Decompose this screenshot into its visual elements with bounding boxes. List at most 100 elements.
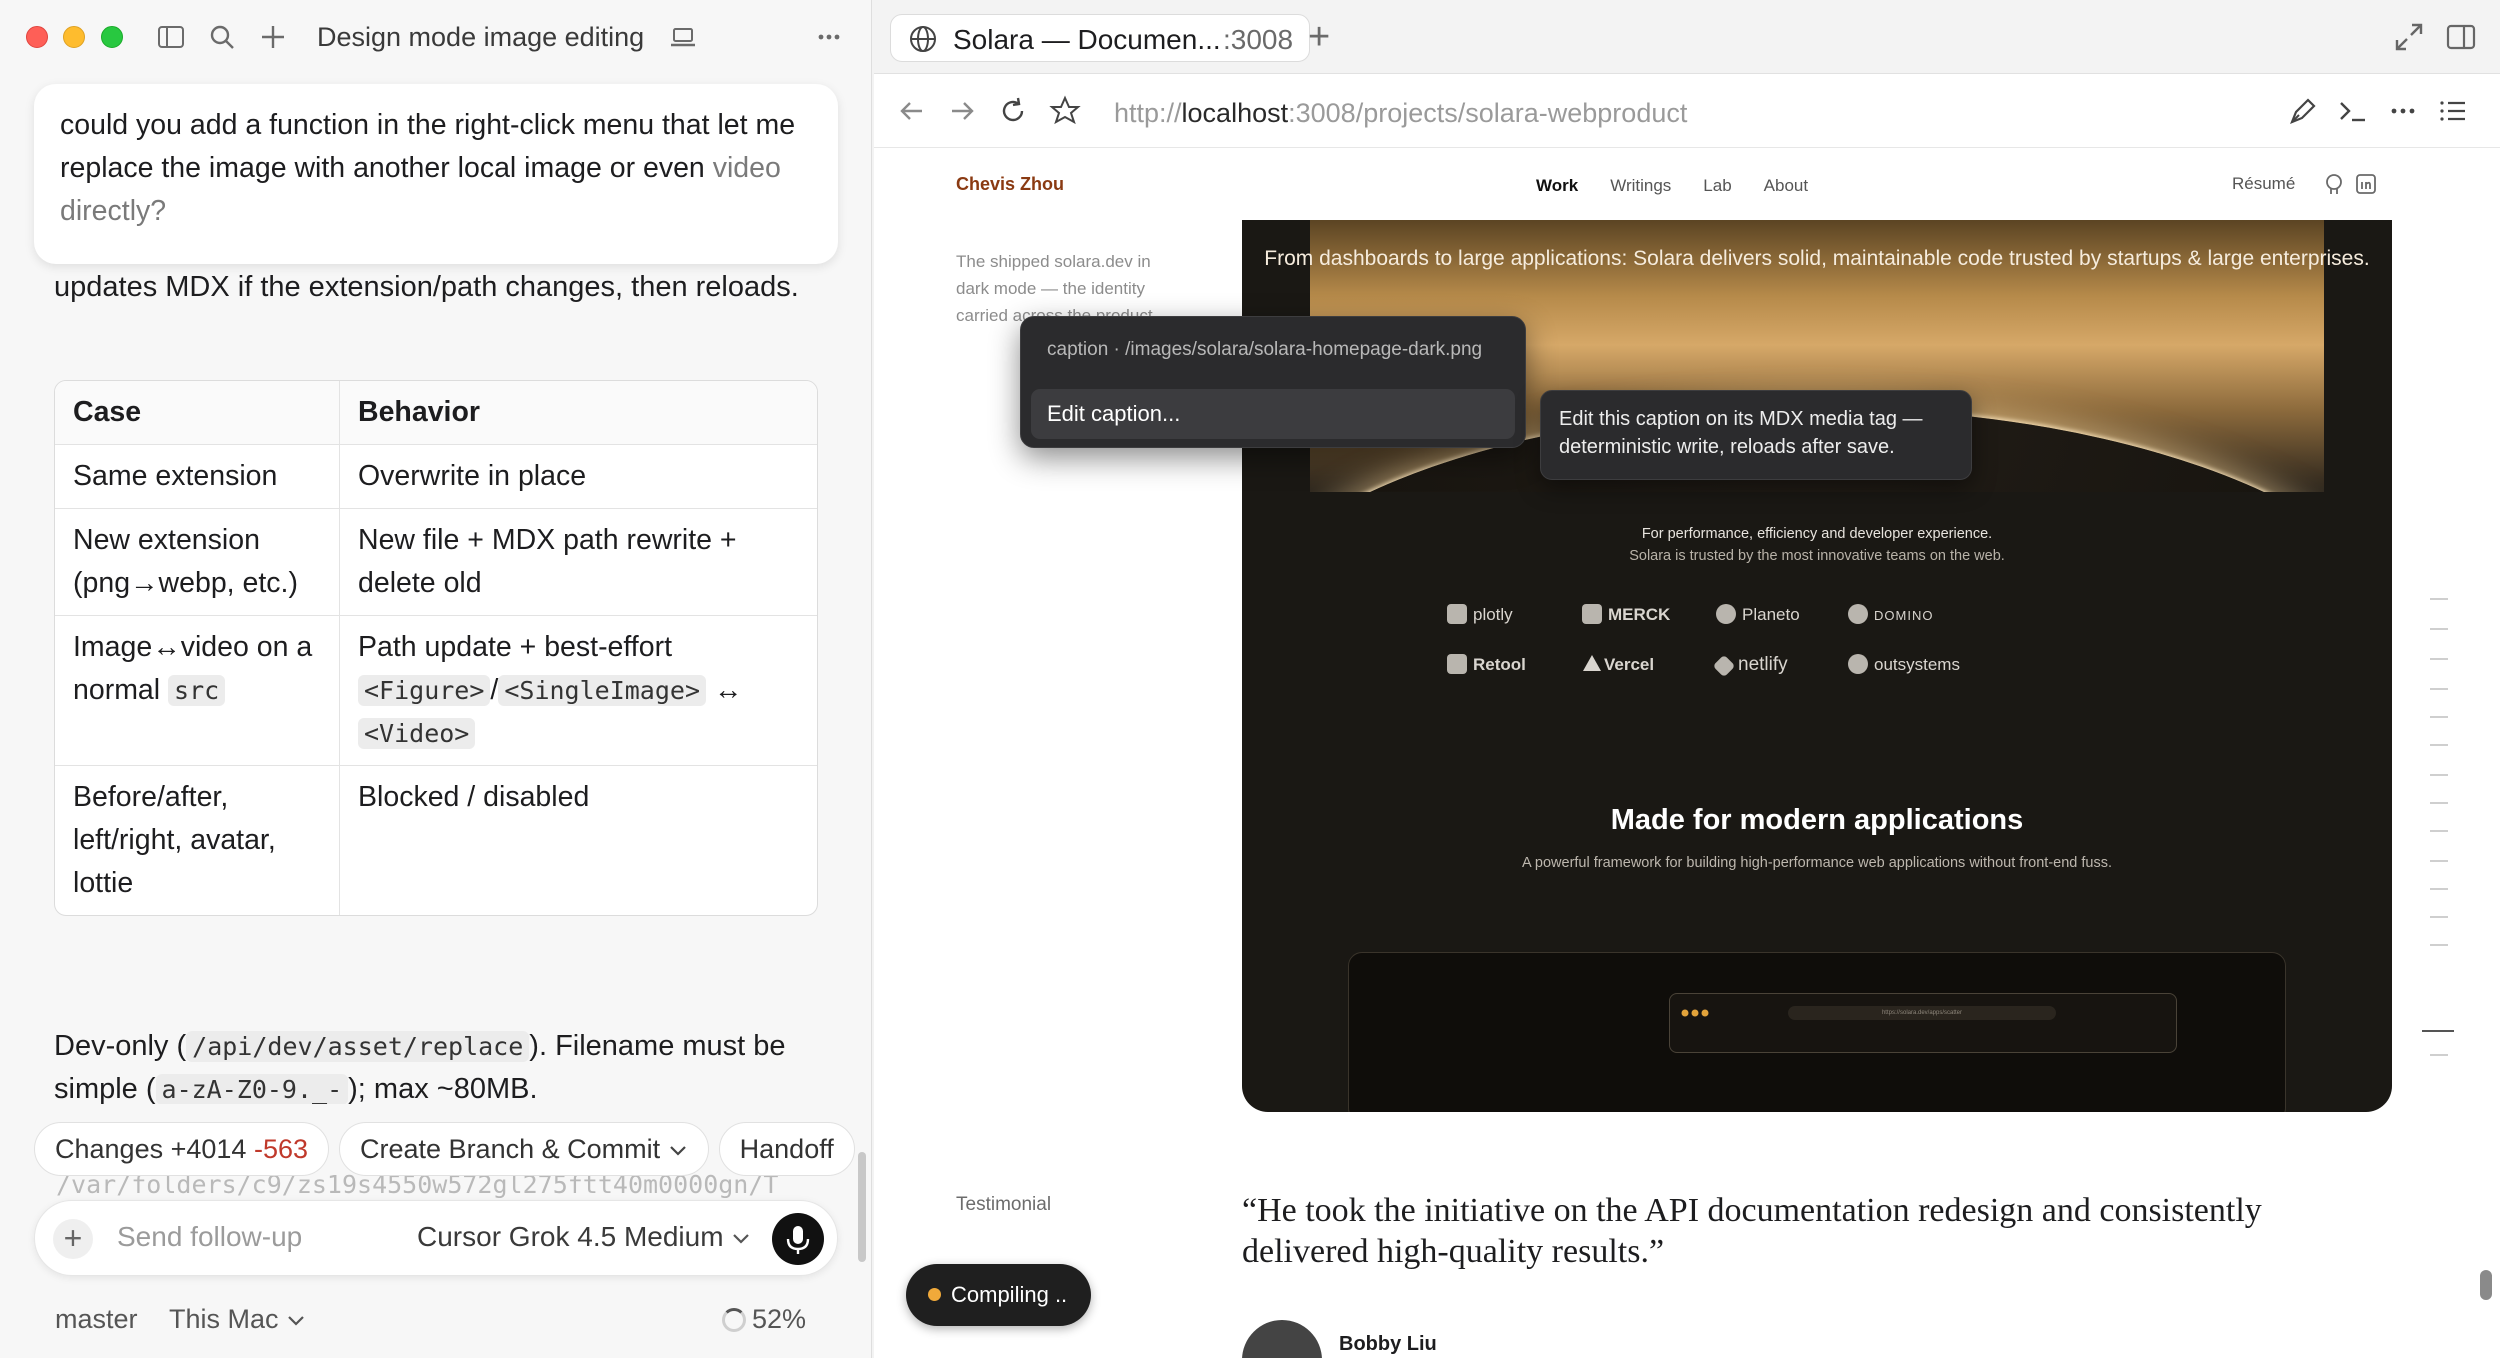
design-mode-icon[interactable] xyxy=(2286,94,2320,128)
compiling-indicator[interactable]: Compiling .. xyxy=(906,1264,1092,1326)
new-tab-button[interactable]: + xyxy=(1308,16,1330,59)
bookmark-star-icon[interactable] xyxy=(1048,94,1082,128)
back-arrow-icon[interactable] xyxy=(894,94,928,128)
outline-mark-active[interactable] xyxy=(2422,1030,2454,1032)
outline-mark[interactable] xyxy=(2430,888,2448,890)
new-chat-icon[interactable] xyxy=(258,22,288,52)
chevron-down-icon xyxy=(669,1146,686,1156)
zoom-window-button[interactable] xyxy=(101,26,123,48)
inline-code: <SingleImage> xyxy=(498,675,707,706)
testimonial-label: Testimonial xyxy=(956,1194,1052,1215)
inline-code: a-zA-Z0-9._- xyxy=(155,1074,349,1104)
address-field[interactable]: http://localhost:3008/projects/solara-we… xyxy=(1114,98,1687,129)
design-context-menu: caption · /images/solara/solara-homepage… xyxy=(1020,316,1526,448)
reload-icon[interactable] xyxy=(996,94,1030,128)
forward-arrow-icon[interactable] xyxy=(946,94,980,128)
split-view-icon[interactable] xyxy=(2444,20,2478,54)
case-behavior-table: Case Behavior Same extension Overwrite i… xyxy=(54,380,818,916)
model-label: Cursor Grok 4.5 Medium xyxy=(417,1221,724,1252)
outline-mark[interactable] xyxy=(2430,830,2448,832)
outsystems-logo-icon xyxy=(1848,654,1868,674)
logo-planeto: Planeto xyxy=(1716,604,1800,625)
mini-browser: https://solara.dev/apps/scatter xyxy=(1669,993,2177,1053)
outline-mark[interactable] xyxy=(2430,628,2448,630)
progress-value: 52% xyxy=(752,1304,807,1334)
logo-outsystems: outsystems xyxy=(1848,654,1960,675)
page-scrollbar[interactable] xyxy=(2480,1270,2492,1300)
outline-mark[interactable] xyxy=(2430,1054,2448,1056)
additions-count: +4014 xyxy=(170,1134,247,1164)
logo-text: Vercel xyxy=(1604,655,1655,674)
minimize-window-button[interactable] xyxy=(63,26,85,48)
deletions-count: -563 xyxy=(253,1134,309,1164)
logo-text: plotly xyxy=(1473,605,1513,624)
browser-tab[interactable]: Solara — Documen... :3008 xyxy=(890,14,1310,62)
chat-body: could you add a function in the right-cl… xyxy=(0,74,871,1104)
answer-intro: updates MDX if the extension/path change… xyxy=(54,271,799,303)
page-outline-marks[interactable] xyxy=(2422,598,2454,1058)
more-icon[interactable] xyxy=(814,22,844,52)
progress-ring-icon xyxy=(722,1308,746,1332)
voice-input-button[interactable] xyxy=(772,1213,824,1265)
outline-mark[interactable] xyxy=(2430,860,2448,862)
inline-code: <Video> xyxy=(358,718,476,749)
changes-chip[interactable]: Changes +4014 -563 xyxy=(34,1122,330,1176)
table-row: Image↔video on a normal src Path update … xyxy=(55,616,817,766)
more-icon[interactable] xyxy=(2386,94,2420,128)
outline-mark[interactable] xyxy=(2430,716,2448,718)
chat-title: Design mode image editing xyxy=(317,22,645,52)
create-branch-commit-button[interactable]: Create Branch & Commit xyxy=(339,1122,709,1176)
outline-mark[interactable] xyxy=(2430,944,2448,946)
follow-up-input[interactable] xyxy=(117,1221,417,1253)
nav-about[interactable]: About xyxy=(1764,176,1808,195)
branch-label[interactable]: master xyxy=(55,1304,138,1335)
table-cell: Overwrite in place xyxy=(340,445,817,509)
nav-writings[interactable]: Writings xyxy=(1610,176,1671,195)
edit-caption-menu-item[interactable]: Edit caption... xyxy=(1031,389,1515,439)
logo-vercel: Vercel xyxy=(1582,654,1654,675)
url-bar: http://localhost:3008/projects/solara-we… xyxy=(874,74,2500,148)
machine-selector[interactable]: This Mac xyxy=(169,1304,306,1335)
browser-pane: Solara — Documen... :3008 + http://local… xyxy=(874,0,2500,1358)
merck-logo-icon xyxy=(1582,604,1602,624)
outline-mark[interactable] xyxy=(2430,658,2448,660)
chevron-down-icon xyxy=(288,1316,304,1326)
github-icon[interactable] xyxy=(2322,172,2346,196)
site-name-link[interactable]: Chevis Zhou xyxy=(956,174,1064,195)
outline-mark[interactable] xyxy=(2430,744,2448,746)
compiling-label: Compiling xyxy=(951,1282,1049,1307)
outline-mark[interactable] xyxy=(2430,774,2448,776)
model-selector[interactable]: Cursor Grok 4.5 Medium xyxy=(417,1221,751,1253)
table-header-behavior: Behavior xyxy=(340,381,817,445)
outline-mark[interactable] xyxy=(2430,802,2448,804)
logo-merck: MERCK xyxy=(1582,604,1670,625)
app-preview-frame: https://solara.dev/apps/scatter xyxy=(1348,952,2286,1112)
laptop-icon[interactable] xyxy=(668,22,698,52)
logo-text: outsystems xyxy=(1874,655,1960,674)
nav-work[interactable]: Work xyxy=(1536,176,1578,195)
close-window-button[interactable] xyxy=(26,26,48,48)
retool-logo-icon xyxy=(1447,654,1467,674)
tab-bar: Solara — Documen... :3008 + xyxy=(874,0,2500,74)
nav-lab[interactable]: Lab xyxy=(1703,176,1731,195)
linkedin-icon[interactable] xyxy=(2354,172,2378,196)
sidebar-toggle-icon[interactable] xyxy=(156,22,186,52)
add-attachment-button[interactable]: + xyxy=(53,1219,93,1259)
user-message-text: could you add a function in the right-cl… xyxy=(60,109,796,184)
list-icon[interactable] xyxy=(2436,94,2470,128)
resume-link[interactable]: Résumé xyxy=(2232,174,2295,194)
terminal-icon[interactable] xyxy=(2336,94,2370,128)
url-path: :3008/projects/solara-webproduct xyxy=(1288,98,1688,128)
planeto-logo-icon xyxy=(1716,604,1736,624)
mini-url: https://solara.dev/apps/scatter xyxy=(1788,1006,2056,1020)
logo-text: Retool xyxy=(1473,655,1526,674)
outline-mark[interactable] xyxy=(2430,598,2448,600)
testimonial-author: Bobby Liu xyxy=(1339,1333,1437,1355)
chat-scrollbar[interactable] xyxy=(858,1152,866,1262)
outline-mark[interactable] xyxy=(2430,916,2448,918)
outline-mark[interactable] xyxy=(2430,688,2448,690)
table-cell: Image↔video on a normal src xyxy=(55,616,340,766)
handoff-button[interactable]: Handoff xyxy=(718,1122,855,1176)
expand-icon[interactable] xyxy=(2392,20,2426,54)
search-icon[interactable] xyxy=(207,22,237,52)
